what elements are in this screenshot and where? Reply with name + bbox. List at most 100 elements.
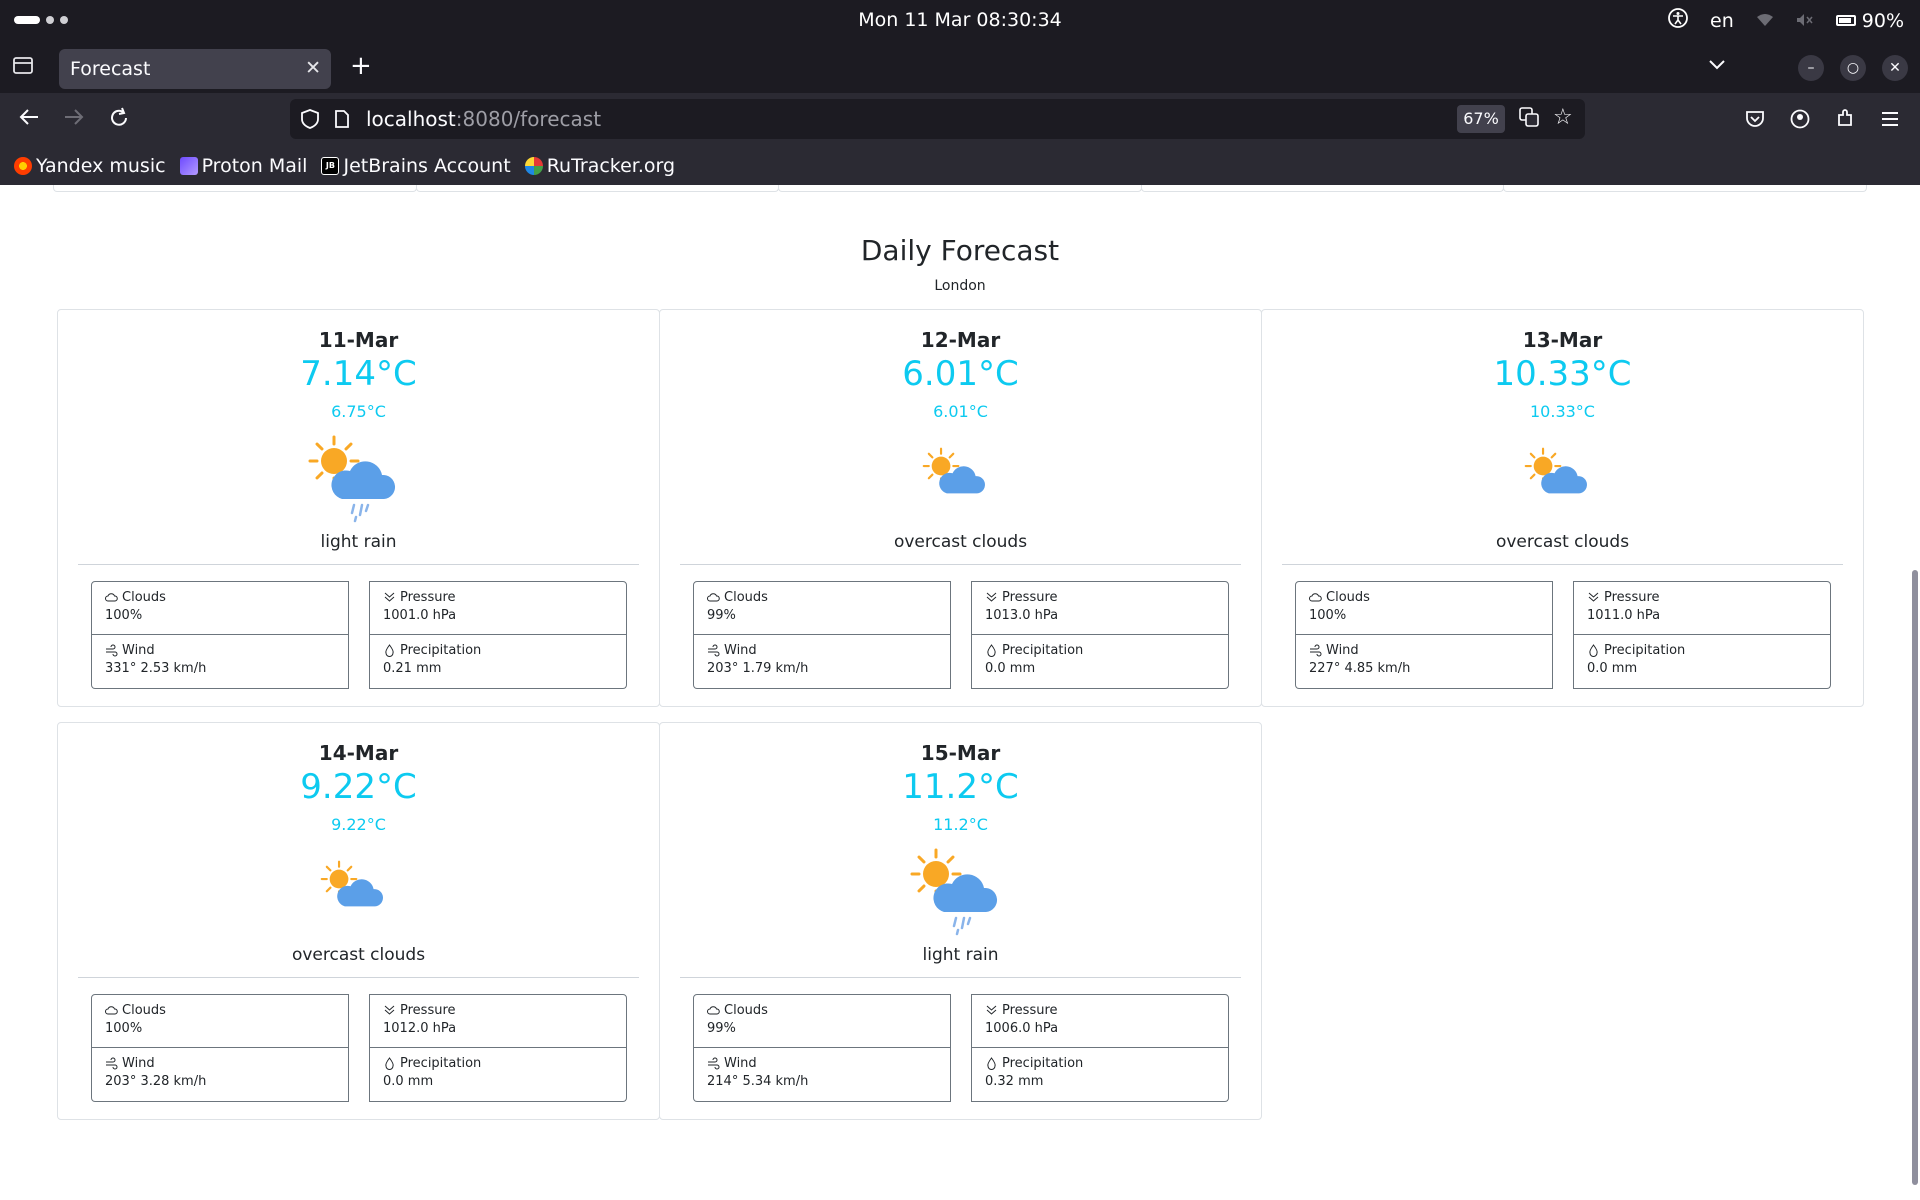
tab-title: Forecast xyxy=(70,58,151,80)
wind-label: Wind xyxy=(122,1056,155,1071)
bookmark-star-icon[interactable]: ☆ xyxy=(1553,105,1573,130)
precipitation-value: 0.21 mm xyxy=(383,661,442,676)
bookmark-rutracker[interactable]: RuTracker.org xyxy=(524,155,675,177)
pressure-chevrons-icon xyxy=(383,591,396,604)
forecast-description: light rain xyxy=(922,945,999,965)
pocket-icon[interactable] xyxy=(1745,109,1765,134)
wind-metric: Wind 331° 2.53 km/h xyxy=(91,635,349,689)
account-icon[interactable] xyxy=(1790,109,1810,134)
wind-value: 203° 3.28 km/h xyxy=(105,1074,207,1089)
cloud-icon xyxy=(707,1004,720,1017)
menu-icon[interactable] xyxy=(1880,109,1900,133)
forecast-date: 11-Mar xyxy=(318,328,399,352)
droplet-icon xyxy=(985,644,998,657)
close-window-button[interactable]: ✕ xyxy=(1882,55,1908,81)
page-title: Daily Forecast xyxy=(860,234,1060,267)
wind-label: Wind xyxy=(724,643,757,658)
maximize-button[interactable]: ○ xyxy=(1840,55,1866,81)
droplet-icon xyxy=(1587,644,1600,657)
tab-list-chevron-icon[interactable] xyxy=(1708,55,1726,76)
url-bar[interactable]: localhost:8080/forecast 67% ☆ xyxy=(290,99,1585,139)
wind-metric: Wind 203° 3.28 km/h xyxy=(91,1048,349,1102)
sun-cloud-rain-icon xyxy=(302,429,402,525)
bookmark-proton-mail[interactable]: Proton Mail xyxy=(179,155,307,177)
sun-cloud-rain-icon xyxy=(904,842,1004,938)
forecast-description: overcast clouds xyxy=(1495,532,1630,552)
bookmarks-bar: Yandex music Proton Mail JB JetBrains Acc… xyxy=(0,147,1920,185)
back-arrow-icon[interactable] xyxy=(18,107,40,133)
wind-value: 227° 4.85 km/h xyxy=(1309,661,1411,676)
precipitation-metric: Precipitation 0.0 mm xyxy=(1573,635,1831,689)
cloud-icon xyxy=(1309,591,1322,604)
extensions-icon[interactable] xyxy=(1835,109,1855,134)
zoom-level[interactable]: 67% xyxy=(1457,105,1505,133)
new-tab-button[interactable]: + xyxy=(350,53,372,79)
pressure-value: 1011.0 hPa xyxy=(1587,608,1661,623)
bookmark-jetbrains[interactable]: JB JetBrains Account xyxy=(321,155,511,177)
wind-metric: Wind 214° 5.34 km/h xyxy=(693,1048,951,1102)
divider xyxy=(78,564,639,565)
pressure-label: Pressure xyxy=(1604,590,1660,605)
speaker-muted-icon[interactable] xyxy=(1796,10,1814,32)
url-host: localhost xyxy=(366,107,456,131)
bookmark-yandex-music[interactable]: Yandex music xyxy=(14,155,166,177)
battery-status[interactable]: 90% xyxy=(1835,10,1904,32)
forecast-date: 13-Mar xyxy=(1522,328,1603,352)
precipitation-value: 0.0 mm xyxy=(985,661,1036,676)
sun-cloud-icon xyxy=(302,842,402,938)
clouds-metric: Clouds 99% xyxy=(693,994,951,1048)
shield-icon[interactable] xyxy=(300,108,320,130)
forecast-card-15-mar: 15-Mar 11.2°C 11.2°C light rain Clouds 9… xyxy=(659,722,1262,1120)
wind-icon xyxy=(105,1057,118,1070)
page-scrollbar[interactable] xyxy=(1912,570,1918,1185)
pressure-metric: Pressure 1001.0 hPa xyxy=(369,581,627,635)
pressure-label: Pressure xyxy=(1002,590,1058,605)
clouds-value: 100% xyxy=(105,1021,143,1036)
yandex-music-icon xyxy=(14,157,32,175)
wind-value: 203° 1.79 km/h xyxy=(707,661,809,676)
clouds-value: 99% xyxy=(707,1021,736,1036)
forecast-temperature: 9.22°C xyxy=(300,767,417,807)
wind-value: 214° 5.34 km/h xyxy=(707,1074,809,1089)
precipitation-value: 0.32 mm xyxy=(985,1074,1044,1089)
pressure-value: 1001.0 hPa xyxy=(383,608,457,623)
pressure-metric: Pressure 1012.0 hPa xyxy=(369,994,627,1048)
reload-icon[interactable] xyxy=(108,107,130,135)
tab-forecast[interactable]: Forecast ✕ xyxy=(59,49,331,89)
accessibility-icon[interactable] xyxy=(1668,8,1688,33)
page-icon[interactable] xyxy=(334,109,350,129)
cloud-icon xyxy=(105,591,118,604)
tab-close-icon[interactable]: ✕ xyxy=(305,57,321,79)
wind-value: 331° 2.53 km/h xyxy=(105,661,207,676)
forecast-feels-like: 6.01°C xyxy=(933,402,988,421)
precipitation-metric: Precipitation 0.32 mm xyxy=(971,1048,1229,1102)
forecast-date: 15-Mar xyxy=(920,741,1001,765)
clouds-label: Clouds xyxy=(724,1003,768,1018)
wifi-icon[interactable] xyxy=(1756,10,1774,32)
pressure-chevrons-icon xyxy=(985,591,998,604)
wind-metric: Wind 203° 1.79 km/h xyxy=(693,635,951,689)
previous-section-cards xyxy=(53,185,1867,192)
clouds-value: 100% xyxy=(1309,608,1347,623)
clouds-metric: Clouds 100% xyxy=(91,994,349,1048)
language-indicator[interactable]: en xyxy=(1710,10,1734,32)
forecast-temperature: 7.14°C xyxy=(300,354,417,394)
page-content: Daily Forecast London 11-Mar 7.14°C 6.75… xyxy=(0,185,1920,1200)
forecast-card-13-mar: 13-Mar 10.33°C 10.33°C overcast clouds C… xyxy=(1261,309,1864,707)
wind-icon xyxy=(105,644,118,657)
url-text[interactable]: localhost:8080/forecast xyxy=(366,107,601,131)
forward-arrow-icon[interactable] xyxy=(63,107,85,133)
minimize-button[interactable]: – xyxy=(1798,55,1824,81)
os-clock[interactable]: Mon 11 Mar 08:30:34 xyxy=(0,9,1920,31)
proton-mail-icon xyxy=(179,157,198,175)
divider xyxy=(680,564,1241,565)
city-name: London xyxy=(934,278,986,294)
firefox-view-icon[interactable] xyxy=(12,55,38,77)
translate-icon[interactable] xyxy=(1519,107,1539,132)
tab-strip: Forecast ✕ + – ○ ✕ xyxy=(0,41,1920,93)
battery-icon xyxy=(1835,15,1856,26)
pressure-value: 1006.0 hPa xyxy=(985,1021,1059,1036)
wind-icon xyxy=(1309,644,1322,657)
sun-cloud-icon xyxy=(904,429,1004,525)
navigation-bar: localhost:8080/forecast 67% ☆ xyxy=(0,93,1920,147)
